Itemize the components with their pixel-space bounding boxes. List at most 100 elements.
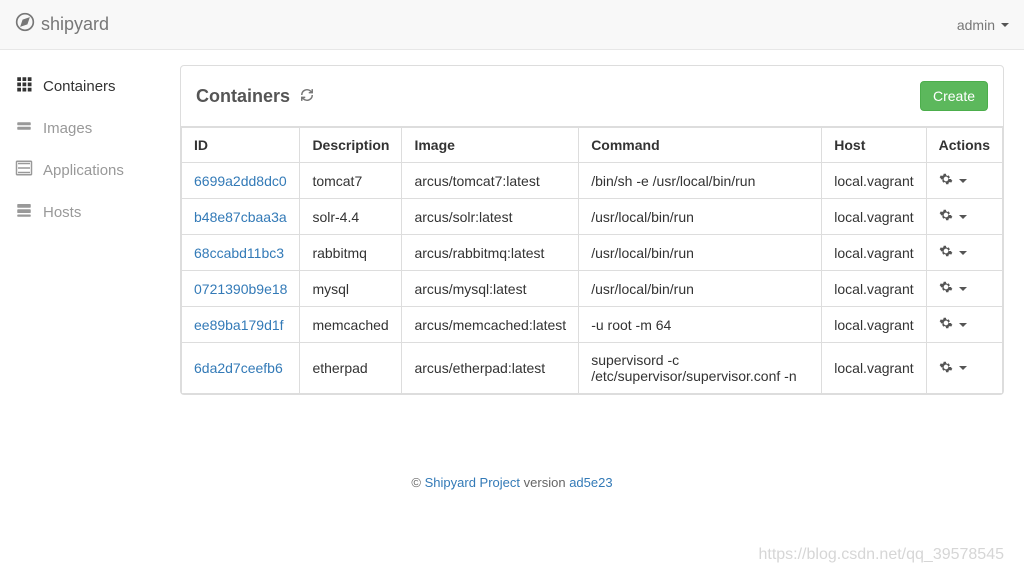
panel-header: Containers Create [181, 66, 1003, 127]
gear-icon [939, 208, 953, 225]
col-host: Host [822, 128, 926, 163]
cell-host: local.vagrant [822, 343, 926, 394]
sidebar-item-applications[interactable]: Applications [10, 149, 170, 191]
page-title: Containers [196, 86, 290, 107]
brand-link[interactable]: shipyard [15, 12, 109, 37]
gear-icon [939, 280, 953, 297]
chevron-down-icon [959, 323, 967, 327]
cell-id: 6699a2dd8dc0 [182, 163, 300, 199]
create-button[interactable]: Create [920, 81, 988, 111]
cell-host: local.vagrant [822, 199, 926, 235]
cell-id: 0721390b9e18 [182, 271, 300, 307]
cell-host: local.vagrant [822, 271, 926, 307]
cell-image: arcus/mysql:latest [402, 271, 579, 307]
sidebar-item-containers[interactable]: Containers [10, 65, 170, 107]
containers-table: ID Description Image Command Host Action… [181, 127, 1003, 394]
gear-icon [939, 244, 953, 261]
col-actions: Actions [926, 128, 1002, 163]
sidebar-item-label: Images [43, 120, 92, 137]
list-icon [15, 159, 33, 181]
table-row: 0721390b9e18 mysqlarcus/mysql:latest/usr/… [182, 271, 1003, 307]
cell-id: 68ccabd11bc3 [182, 235, 300, 271]
cell-image: arcus/etherpad:latest [402, 343, 579, 394]
cell-id: b48e87cbaa3a [182, 199, 300, 235]
col-command: Command [579, 128, 822, 163]
cell-actions [926, 163, 1002, 199]
sidebar-item-label: Hosts [43, 204, 81, 221]
gear-icon [939, 172, 953, 189]
cell-actions [926, 199, 1002, 235]
table-row: ee89ba179d1f memcachedarcus/memcached:lat… [182, 307, 1003, 343]
version-link[interactable]: ad5e23 [569, 475, 612, 490]
user-name: admin [957, 17, 995, 33]
chevron-down-icon [959, 366, 967, 370]
action-menu[interactable] [939, 280, 990, 297]
version-label: version [524, 475, 566, 490]
col-image: Image [402, 128, 579, 163]
refresh-icon[interactable] [300, 88, 314, 105]
sidebar: Containers Images Applications Hosts [0, 65, 180, 415]
container-id-link[interactable]: ee89ba179d1f [194, 317, 284, 333]
container-id-link[interactable]: 0721390b9e18 [194, 281, 287, 297]
cell-image: arcus/tomcat7:latest [402, 163, 579, 199]
gear-icon [939, 316, 953, 333]
action-menu[interactable] [939, 360, 990, 377]
table-row: 68ccabd11bc3 rabbitmqarcus/rabbitmq:lates… [182, 235, 1003, 271]
gear-icon [939, 360, 953, 377]
cell-command: /usr/local/bin/run [579, 235, 822, 271]
cell-actions [926, 271, 1002, 307]
cell-host: local.vagrant [822, 307, 926, 343]
hdd-icon [15, 117, 33, 139]
sidebar-item-hosts[interactable]: Hosts [10, 191, 170, 233]
project-link[interactable]: Shipyard Project [425, 475, 520, 490]
cell-image: arcus/rabbitmq:latest [402, 235, 579, 271]
cell-command: /bin/sh -e /usr/local/bin/run [579, 163, 822, 199]
col-description: Description [300, 128, 402, 163]
container-id-link[interactable]: 6699a2dd8dc0 [194, 173, 287, 189]
cell-description: memcached [300, 307, 402, 343]
chevron-down-icon [959, 287, 967, 291]
cell-description: rabbitmq [300, 235, 402, 271]
col-id: ID [182, 128, 300, 163]
cell-description: mysql [300, 271, 402, 307]
table-header-row: ID Description Image Command Host Action… [182, 128, 1003, 163]
action-menu[interactable] [939, 208, 990, 225]
container-id-link[interactable]: 6da2d7ceefb6 [194, 360, 283, 376]
cell-actions [926, 343, 1002, 394]
table-row: 6da2d7ceefb6etherpadarcus/etherpad:lates… [182, 343, 1003, 394]
sidebar-item-label: Containers [43, 78, 116, 95]
footer: © Shipyard Project version ad5e23 [0, 415, 1024, 510]
chevron-down-icon [1001, 23, 1009, 27]
action-menu[interactable] [939, 244, 990, 261]
cell-description: solr-4.4 [300, 199, 402, 235]
cell-host: local.vagrant [822, 163, 926, 199]
sidebar-item-images[interactable]: Images [10, 107, 170, 149]
table-row: b48e87cbaa3asolr-4.4arcus/solr:latest/us… [182, 199, 1003, 235]
cell-actions [926, 307, 1002, 343]
watermark: https://blog.csdn.net/qq_39578545 [758, 546, 1004, 564]
brand-text: shipyard [41, 14, 109, 35]
server-icon [15, 201, 33, 223]
action-menu[interactable] [939, 316, 990, 333]
compass-icon [15, 12, 35, 37]
cell-host: local.vagrant [822, 235, 926, 271]
sidebar-item-label: Applications [43, 162, 124, 179]
container-id-link[interactable]: b48e87cbaa3a [194, 209, 287, 225]
cell-command: /usr/local/bin/run [579, 271, 822, 307]
navbar: shipyard admin [0, 0, 1024, 50]
cell-image: arcus/memcached:latest [402, 307, 579, 343]
copyright-symbol: © [411, 475, 421, 490]
table-row: 6699a2dd8dc0 tomcat7arcus/tomcat7:latest/… [182, 163, 1003, 199]
chevron-down-icon [959, 251, 967, 255]
chevron-down-icon [959, 179, 967, 183]
chevron-down-icon [959, 215, 967, 219]
container-id-link[interactable]: 68ccabd11bc3 [194, 245, 284, 261]
action-menu[interactable] [939, 172, 990, 189]
main-content: Containers Create ID Description Image C… [180, 65, 1024, 415]
panel-title-wrap: Containers [196, 86, 314, 107]
cell-description: tomcat7 [300, 163, 402, 199]
user-menu[interactable]: admin [957, 17, 1009, 33]
layout: Containers Images Applications Hosts Con [0, 50, 1024, 415]
panel: Containers Create ID Description Image C… [180, 65, 1004, 395]
cell-id: ee89ba179d1f [182, 307, 300, 343]
